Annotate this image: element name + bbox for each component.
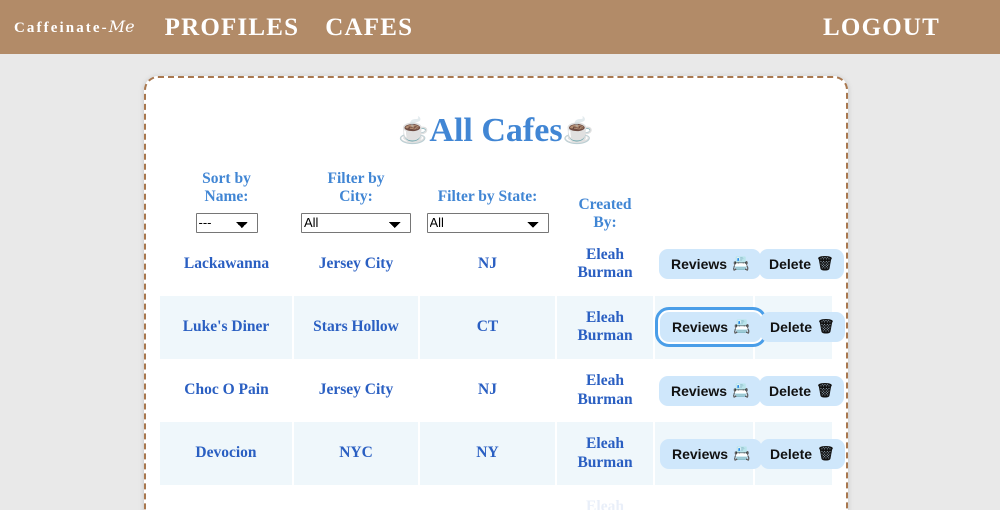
trash-icon: 🗑 [816,382,834,399]
delete-button[interactable]: Delete 🗑 [759,249,844,280]
reviews-button[interactable]: Reviews 📇 [659,375,762,406]
cell-created-by: Eleah Burman [586,498,624,510]
nav-links: PROFILES CAFES [165,15,414,40]
header-sort-by-name: Sort by Name: --- [160,166,293,233]
delete-button[interactable]: Delete 🗑 [760,312,845,343]
cell-cafe-state: CT [418,295,557,359]
filter-by-state-select-wrap: All [423,212,552,233]
top-navbar: Caffeinate- Me PROFILES CAFES LOGOUT [0,0,1000,54]
nav-link-profiles[interactable]: PROFILES [165,15,300,40]
sort-by-name-select[interactable]: --- [195,212,258,233]
reviews-card-icon: 📇 [732,256,750,273]
cell-cafe-name: Luke's Diner [160,295,294,359]
cell-delete: Delete 🗑 [753,295,845,359]
cell-cafe-name: Choc O Pain [184,381,269,399]
cell-created-by: Eleah Burman [555,422,655,486]
reviews-card-icon: 📇 [733,319,751,336]
cell-cafe-city: Jersey City [318,381,394,399]
header-reviews [654,166,754,233]
table-row: Devocion NYC NY Eleah Burman Reviews 📇 D… [160,422,845,486]
nav-link-cafes[interactable]: CAFES [325,15,413,40]
sort-by-name-select-wrap: --- [164,212,289,233]
cell-cafe-name: Devocion [160,422,294,486]
cell-reviews: Reviews 📇 [654,233,762,296]
table-row: Lackawanna Jersey City NJ Eleah Burman R… [160,233,844,296]
logout-link[interactable]: LOGOUT [823,14,940,41]
table-header-row: Sort by Name: --- Filter by City: All Fi… [160,166,832,233]
cell-cafe-city: NYC [292,422,420,486]
cell-cafe-state: NY [418,422,557,486]
trash-icon: 🗑 [817,445,835,462]
reviews-button-label: Reviews [672,319,729,336]
cell-created-by: Eleah Burman [577,245,633,282]
reviews-button[interactable]: Reviews 📇 [660,438,763,469]
cell-reviews: Reviews 📇 [653,295,768,359]
cell-cafe-state: NJ [478,254,497,272]
brand-logo[interactable]: Caffeinate- Me [14,17,135,37]
brand-logo-script: Me [108,17,135,36]
cell-cafe-state: NJ [478,381,497,399]
cell-delete: Delete 🗑 [754,359,844,422]
page-title: ☕All Cafes☕ [146,114,846,148]
trash-icon: 🗑 [817,319,835,336]
delete-button-label: Delete [770,445,813,462]
cell-reviews [654,485,754,510]
filter-by-city-select-wrap: All [297,212,415,233]
page-title-text: All Cafes [429,112,563,149]
header-sort-by-name-line1: Sort by [202,170,251,187]
cell-created-by: Eleah Burman [555,295,655,359]
coffee-cup-icon-right: ☕ [562,118,594,145]
header-filter-by-city-line1: Filter by [327,170,385,187]
reviews-button-label: Reviews [671,256,728,273]
cell-cafe-city: Jersey City [318,254,394,272]
header-created-by-line1: Created [578,196,632,213]
cell-cafe-state [419,485,556,510]
cell-cafe-city [293,485,419,510]
cell-reviews: Reviews 📇 [653,422,763,486]
reviews-button-label: Reviews [671,382,728,399]
filter-by-state-select[interactable]: All [426,212,549,233]
header-filter-by-state: Filter by State: All [419,166,556,233]
delete-button-label: Delete [769,382,812,399]
cell-delete: Delete 🗑 [754,233,844,296]
header-filter-by-city-line2: City: [339,188,373,206]
table-row: Choc O Pain Jersey City NJ Eleah Burman … [160,359,844,422]
header-filter-by-state-line1: Filter by State: [437,188,538,206]
header-created-by: Created By: [556,166,654,233]
delete-button[interactable]: Delete 🗑 [760,438,845,469]
header-created-by-line2: By: [593,214,617,232]
reviews-card-icon: 📇 [733,445,751,462]
cell-delete [754,485,832,510]
reviews-button-label: Reviews [672,445,729,462]
cafes-table-body: Lackawanna Jersey City NJ Eleah Burman R… [160,233,845,510]
trash-icon: 🗑 [816,256,834,273]
filter-by-city-select[interactable]: All [301,212,411,233]
header-filter-by-city: Filter by City: All [293,166,419,233]
cafes-table: Sort by Name: --- Filter by City: All Fi… [160,166,845,510]
page-body: ☕All Cafes☕ Sort by Name: --- Filter by … [0,54,1000,510]
cell-created-by: Eleah Burman [577,371,633,408]
header-sort-by-name-line2: Name: [204,188,249,206]
coffee-cup-icon-left: ☕ [398,118,430,145]
reviews-button[interactable]: Reviews 📇 [659,249,762,280]
cell-delete: Delete 🗑 [753,422,845,486]
delete-button-label: Delete [769,256,812,273]
table-row: Eleah Burman [160,485,832,510]
delete-button-label: Delete [770,319,813,336]
reviews-button[interactable]: Reviews 📇 [654,307,768,348]
cell-cafe-city: Stars Hollow [292,295,420,359]
cell-cafe-name: Lackawanna [183,254,270,272]
cafes-card: ☕All Cafes☕ Sort by Name: --- Filter by … [144,76,848,510]
cell-reviews: Reviews 📇 [654,359,762,422]
brand-logo-main: Caffeinate- [14,20,109,36]
header-delete [754,166,832,233]
table-row: Luke's Diner Stars Hollow CT Eleah Burma… [160,295,845,359]
reviews-card-icon: 📇 [732,382,750,399]
nav-right-group: LOGOUT [823,15,940,40]
cafes-table-head: Sort by Name: --- Filter by City: All Fi… [160,166,832,233]
cell-cafe-name [160,485,293,510]
delete-button[interactable]: Delete 🗑 [759,375,844,406]
